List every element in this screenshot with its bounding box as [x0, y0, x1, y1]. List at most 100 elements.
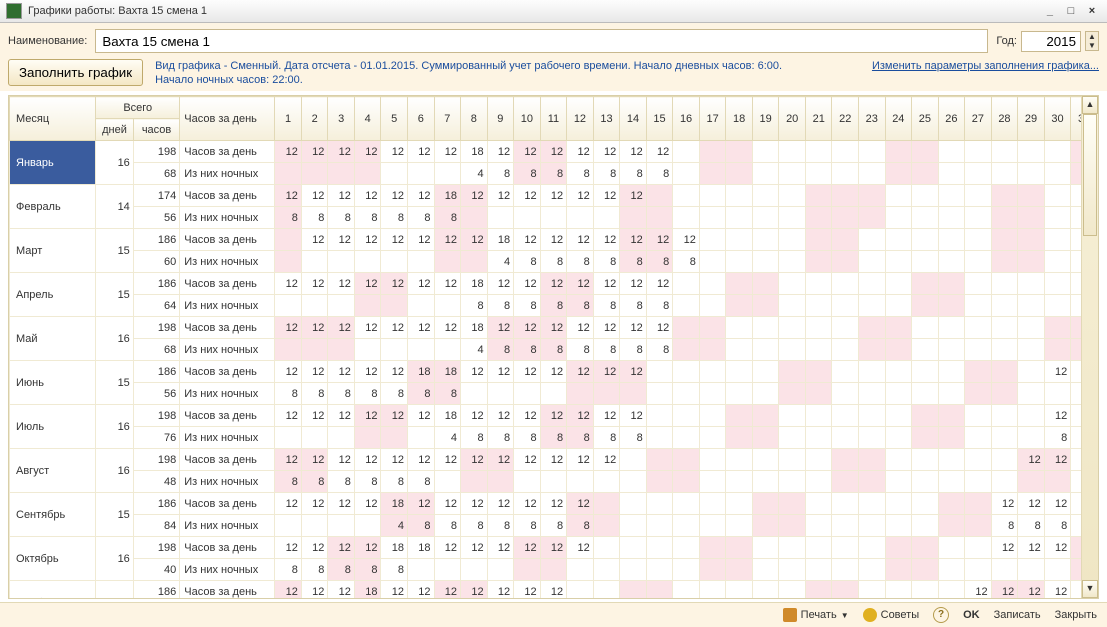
- day-cell[interactable]: [779, 207, 806, 229]
- day-cell[interactable]: [885, 405, 912, 427]
- day-cell[interactable]: 8: [487, 339, 514, 361]
- day-cell[interactable]: [832, 339, 859, 361]
- day-cell[interactable]: [699, 207, 726, 229]
- day-cell[interactable]: [1044, 273, 1071, 295]
- day-cell[interactable]: [912, 405, 939, 427]
- day-cell[interactable]: 12: [461, 537, 488, 559]
- day-cell[interactable]: 12: [620, 141, 647, 163]
- day-cell[interactable]: 8: [620, 163, 647, 185]
- day-cell[interactable]: 8: [567, 163, 594, 185]
- day-cell[interactable]: 8: [593, 251, 620, 273]
- day-cell[interactable]: [805, 515, 832, 537]
- day-cell[interactable]: [885, 339, 912, 361]
- scroll-down-icon[interactable]: ▼: [1082, 580, 1098, 598]
- day-cell[interactable]: 12: [593, 317, 620, 339]
- day-cell[interactable]: [461, 207, 488, 229]
- day-cell[interactable]: 12: [354, 361, 381, 383]
- day-cell[interactable]: [407, 251, 434, 273]
- day-cell[interactable]: 8: [275, 207, 302, 229]
- day-cell[interactable]: 12: [965, 581, 992, 600]
- day-cell[interactable]: 12: [540, 229, 567, 251]
- day-cell[interactable]: [567, 383, 594, 405]
- day-cell[interactable]: 12: [567, 185, 594, 207]
- day-cell[interactable]: 18: [461, 273, 488, 295]
- day-cell[interactable]: [699, 163, 726, 185]
- day-cell[interactable]: [673, 515, 700, 537]
- day-cell[interactable]: [991, 163, 1018, 185]
- day-cell[interactable]: [832, 361, 859, 383]
- day-cell[interactable]: 8: [461, 515, 488, 537]
- day-cell[interactable]: 12: [487, 273, 514, 295]
- day-cell[interactable]: 12: [354, 405, 381, 427]
- day-cell[interactable]: 8: [646, 251, 673, 273]
- day-cell[interactable]: [646, 493, 673, 515]
- day-cell[interactable]: [620, 449, 647, 471]
- close-button[interactable]: Закрыть: [1055, 609, 1097, 621]
- day-cell[interactable]: [1018, 251, 1045, 273]
- day-cell[interactable]: 18: [434, 405, 461, 427]
- day-cell[interactable]: [752, 537, 779, 559]
- day-cell[interactable]: [965, 141, 992, 163]
- day-cell[interactable]: 8: [620, 427, 647, 449]
- day-cell[interactable]: 12: [540, 537, 567, 559]
- day-cell[interactable]: 12: [407, 493, 434, 515]
- day-cell[interactable]: [434, 559, 461, 581]
- day-cell[interactable]: [514, 471, 541, 493]
- day-cell[interactable]: [938, 163, 965, 185]
- day-cell[interactable]: [381, 427, 408, 449]
- day-cell[interactable]: 8: [434, 207, 461, 229]
- day-cell[interactable]: [832, 185, 859, 207]
- day-cell[interactable]: [1018, 207, 1045, 229]
- day-cell[interactable]: [938, 229, 965, 251]
- day-cell[interactable]: [805, 317, 832, 339]
- day-cell[interactable]: 12: [514, 185, 541, 207]
- day-cell[interactable]: [461, 559, 488, 581]
- day-cell[interactable]: 12: [328, 581, 355, 600]
- day-cell[interactable]: [805, 471, 832, 493]
- day-cell[interactable]: [1044, 207, 1071, 229]
- day-cell[interactable]: [885, 141, 912, 163]
- day-cell[interactable]: 12: [567, 317, 594, 339]
- day-cell[interactable]: [912, 251, 939, 273]
- day-cell[interactable]: 12: [567, 537, 594, 559]
- day-cell[interactable]: [912, 515, 939, 537]
- day-cell[interactable]: [487, 559, 514, 581]
- day-cell[interactable]: [354, 515, 381, 537]
- day-cell[interactable]: [673, 537, 700, 559]
- day-cell[interactable]: [805, 295, 832, 317]
- month-cell[interactable]: Март: [10, 229, 96, 273]
- day-cell[interactable]: [699, 317, 726, 339]
- day-cell[interactable]: [540, 383, 567, 405]
- day-cell[interactable]: 12: [407, 317, 434, 339]
- day-cell[interactable]: [407, 339, 434, 361]
- day-cell[interactable]: [593, 493, 620, 515]
- day-cell[interactable]: [752, 559, 779, 581]
- day-cell[interactable]: [699, 581, 726, 600]
- day-cell[interactable]: 12: [407, 185, 434, 207]
- day-cell[interactable]: [620, 471, 647, 493]
- day-cell[interactable]: 12: [461, 405, 488, 427]
- day-cell[interactable]: [805, 339, 832, 361]
- day-cell[interactable]: [938, 361, 965, 383]
- day-cell[interactable]: [620, 207, 647, 229]
- day-cell[interactable]: [859, 537, 886, 559]
- day-cell[interactable]: [593, 581, 620, 600]
- day-cell[interactable]: [620, 537, 647, 559]
- day-cell[interactable]: [1018, 295, 1045, 317]
- day-cell[interactable]: 12: [275, 493, 302, 515]
- month-cell[interactable]: Июль: [10, 405, 96, 449]
- day-cell[interactable]: 12: [461, 581, 488, 600]
- day-cell[interactable]: 12: [1044, 361, 1071, 383]
- day-cell[interactable]: 18: [381, 493, 408, 515]
- day-cell[interactable]: 12: [328, 537, 355, 559]
- day-cell[interactable]: 8: [354, 559, 381, 581]
- day-cell[interactable]: [726, 163, 753, 185]
- day-cell[interactable]: [832, 515, 859, 537]
- fill-schedule-button[interactable]: Заполнить график: [8, 59, 143, 86]
- day-cell[interactable]: [461, 471, 488, 493]
- day-cell[interactable]: 12: [540, 273, 567, 295]
- day-cell[interactable]: [673, 273, 700, 295]
- day-cell[interactable]: [859, 295, 886, 317]
- day-cell[interactable]: [912, 581, 939, 600]
- day-cell[interactable]: [567, 559, 594, 581]
